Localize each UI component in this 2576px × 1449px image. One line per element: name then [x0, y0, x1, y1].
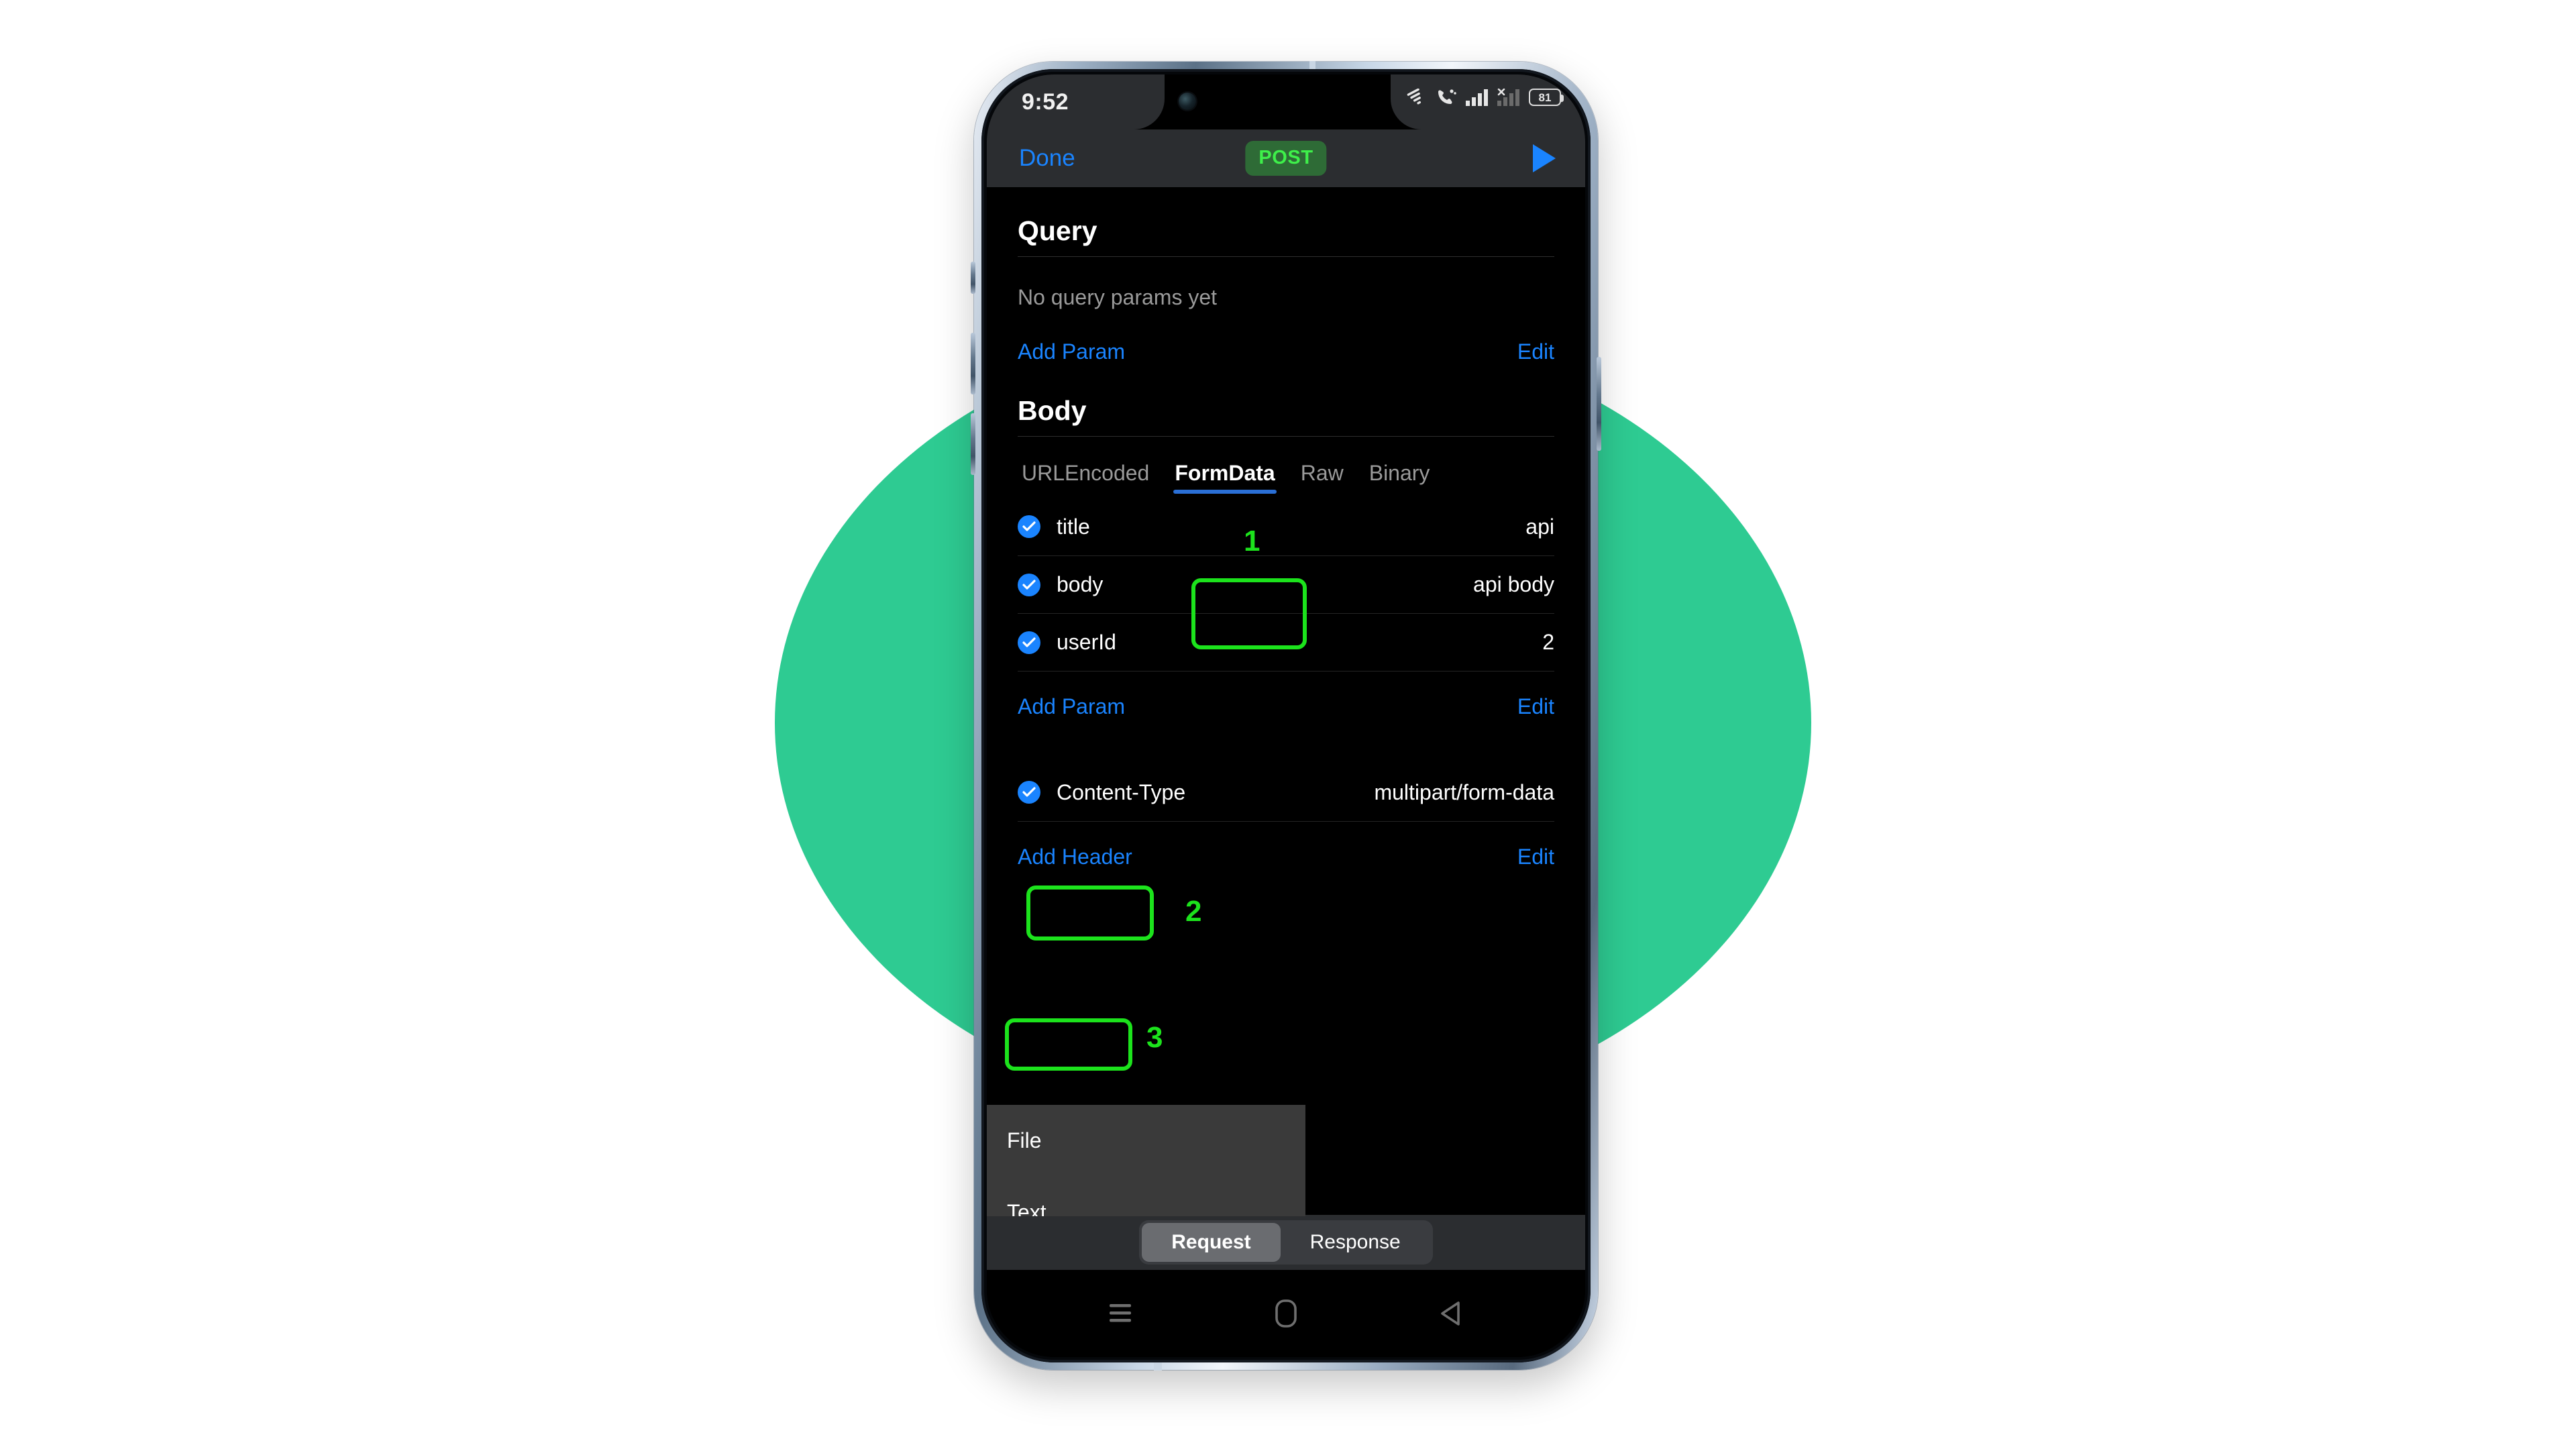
mute-switch-button[interactable]	[971, 262, 975, 294]
http-method-badge[interactable]: POST	[1245, 141, 1327, 176]
battery-level: 81	[1538, 91, 1552, 104]
tab-urlencoded[interactable]: URLEncoded	[1018, 458, 1153, 498]
query-actions: Add Param Edit	[1018, 317, 1554, 367]
request-response-bar: Request Response	[987, 1215, 1585, 1270]
status-bar-icons: 81	[1407, 88, 1564, 107]
status-bar: 9:52 81	[987, 74, 1585, 129]
body-add-param-button[interactable]: Add Param	[1018, 694, 1125, 719]
param-key: title	[1057, 514, 1090, 539]
body-actions: Add Param Edit	[1018, 672, 1554, 722]
headers-edit-button[interactable]: Edit	[1517, 845, 1554, 869]
checkbox-checked-icon[interactable]	[1018, 631, 1040, 654]
body-edit-button[interactable]: Edit	[1517, 694, 1554, 719]
tab-request[interactable]: Request	[1142, 1223, 1281, 1262]
power-button[interactable]	[1597, 357, 1601, 451]
antenna-seam-bottom	[1154, 1361, 1162, 1371]
status-bar-left-pill	[987, 74, 1165, 129]
screenshot-stage: 9:52 81 Done POST Query No query params …	[0, 0, 2576, 1449]
table-row[interactable]: userId 2	[1018, 613, 1554, 671]
request-content: Query No query params yet Add Param Edit…	[987, 187, 1585, 1216]
add-header-button[interactable]: Add Header	[1018, 845, 1132, 869]
volume-down-button[interactable]	[971, 413, 975, 475]
done-button[interactable]: Done	[1019, 145, 1075, 172]
recents-icon[interactable]	[1107, 1302, 1134, 1325]
body-section-title: Body	[1018, 395, 1087, 426]
param-key: userId	[1057, 630, 1116, 654]
table-row[interactable]: title api	[1018, 498, 1554, 555]
menu-item-file[interactable]: File	[987, 1105, 1305, 1177]
phone-screen: 9:52 81 Done POST Query No query params …	[987, 74, 1585, 1357]
checkbox-checked-icon[interactable]	[1018, 781, 1040, 804]
checkbox-checked-icon[interactable]	[1018, 573, 1040, 596]
body-type-tabs: URLEncoded FormData Raw Binary	[1018, 437, 1554, 498]
send-play-icon[interactable]	[1533, 144, 1556, 172]
phone-device: 9:52 81 Done POST Query No query params …	[971, 61, 1601, 1371]
status-bar-clock: 9:52	[1022, 89, 1069, 115]
param-value: api	[1525, 514, 1554, 539]
front-camera-icon	[1179, 93, 1196, 110]
header-value: multipart/form-data	[1374, 780, 1554, 804]
headers-actions: Add Header Edit	[1018, 822, 1554, 872]
tab-raw[interactable]: Raw	[1297, 458, 1348, 498]
tab-response[interactable]: Response	[1281, 1223, 1430, 1262]
query-empty-text: No query params yet	[1018, 285, 1218, 309]
android-navigation-bar	[987, 1270, 1585, 1357]
param-value: api body	[1473, 572, 1554, 596]
query-section-title: Query	[1018, 215, 1097, 246]
table-row[interactable]: Content-Type multipart/form-data	[1018, 763, 1554, 821]
app-nav-bar: Done POST	[987, 129, 1585, 187]
checkbox-checked-icon[interactable]	[1018, 515, 1040, 538]
query-edit-button[interactable]: Edit	[1517, 339, 1554, 364]
query-add-param-button[interactable]: Add Param	[1018, 339, 1125, 364]
header-key: Content-Type	[1057, 780, 1186, 804]
tab-binary[interactable]: Binary	[1365, 458, 1434, 498]
add-param-dropdown-menu[interactable]: File Text	[987, 1105, 1305, 1216]
wifi-icon	[1407, 89, 1427, 106]
annotation-number-2: 2	[1185, 895, 1202, 928]
back-icon[interactable]	[1438, 1300, 1465, 1327]
battery-icon: 81	[1529, 89, 1564, 106]
signal-icon	[1466, 89, 1489, 106]
param-key: body	[1057, 572, 1104, 596]
call-icon	[1436, 88, 1457, 107]
home-icon[interactable]	[1275, 1299, 1297, 1328]
table-row[interactable]: body api body	[1018, 555, 1554, 613]
signal-off-icon	[1497, 89, 1520, 106]
menu-item-text[interactable]: Text	[987, 1177, 1305, 1216]
annotation-number-1: 1	[1244, 525, 1260, 557]
volume-up-button[interactable]	[971, 333, 975, 394]
tab-formdata[interactable]: FormData	[1171, 458, 1279, 498]
param-value: 2	[1542, 630, 1554, 654]
annotation-number-3: 3	[1146, 1021, 1163, 1054]
segmented-control: Request Response	[1139, 1220, 1433, 1265]
phone-bezel: 9:52 81 Done POST Query No query params …	[981, 69, 1591, 1362]
